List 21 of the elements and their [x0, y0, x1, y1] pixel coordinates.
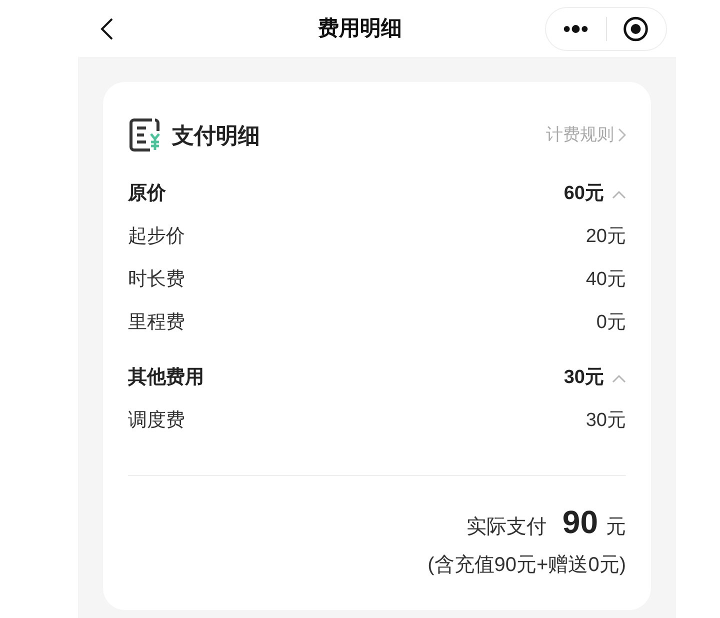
back-icon[interactable] — [100, 16, 114, 40]
chevron-right-icon — [618, 128, 626, 142]
page-title: 费用明细 — [318, 16, 402, 42]
fee-label: 调度费 — [128, 409, 185, 434]
fee-amount: 30元 — [586, 409, 626, 434]
section-label: 其他费用 — [128, 366, 204, 390]
fee-amount: 20元 — [586, 225, 626, 250]
total-note: (含充值90元+赠送0元) — [428, 553, 626, 578]
billing-rules-link[interactable]: 计费规则 — [546, 122, 626, 148]
fee-label: 时长费 — [128, 268, 185, 292]
total-unit: 元 — [606, 515, 626, 540]
total-amount: 90 — [562, 503, 598, 542]
total-label: 实际支付 — [466, 515, 546, 540]
section-amount: 30元 — [564, 366, 604, 390]
fee-amount: 40元 — [586, 268, 626, 292]
card-title: 支付明细 — [172, 122, 260, 150]
section-label: 原价 — [128, 182, 166, 206]
fee-label: 起步价 — [128, 225, 185, 250]
fee-amount: 0元 — [596, 311, 626, 336]
section-amount: 60元 — [564, 182, 604, 206]
fee-label: 里程费 — [128, 311, 185, 336]
